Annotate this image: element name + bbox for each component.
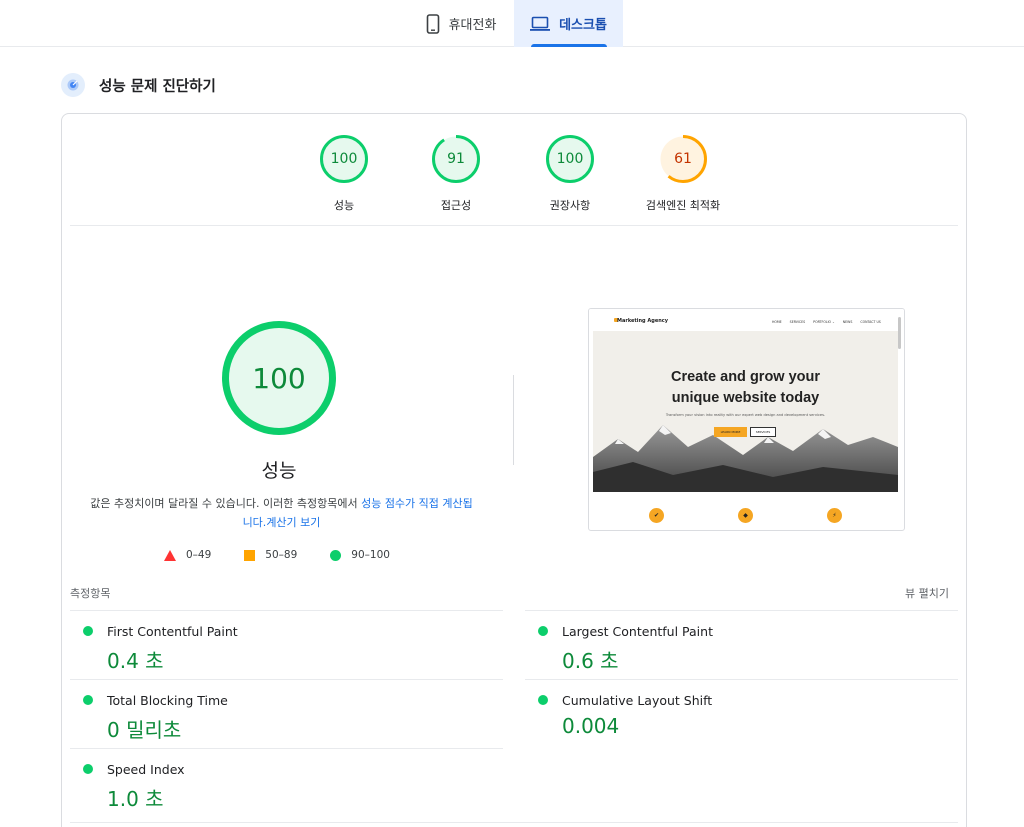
- gauge-ring: 100: [545, 134, 595, 184]
- metric-name: Cumulative Layout Shift: [562, 693, 713, 708]
- section-header: 성능 문제 진단하기: [61, 73, 216, 97]
- metrics-header: 측정항목 뷰 펼치기: [70, 585, 958, 601]
- gauge-ring: 100: [319, 134, 369, 184]
- screenshot-hero: Create and grow your unique website toda…: [593, 331, 898, 492]
- performance-description: 값은 추정치이며 달라질 수 있습니다. 이러한 측정항목에서 성능 점수가 직…: [89, 494, 474, 532]
- gauge-ring: 91: [431, 134, 481, 184]
- tab-desktop[interactable]: 데스크톱: [514, 0, 623, 47]
- page-screenshot: Marketing Agency HOME SERVICES PORTFOLIO…: [588, 308, 905, 531]
- hero-title-line: unique website today: [671, 390, 820, 406]
- category-gauges: 100 성능 91 접근성 100 권장사항 61 검색엔진 최적화: [0, 134, 1024, 224]
- legend-average: 50–89: [244, 549, 297, 561]
- legend-pass-range: 90–100: [351, 549, 390, 561]
- pass-dot-icon: [538, 626, 548, 636]
- screenshot-menu: HOME SERVICES PORTFOLIO ⌄ NEWS CONTACT U…: [772, 320, 881, 324]
- gauge-label: 검색엔진 최적화: [645, 199, 721, 212]
- hero-title-line: Create and grow your: [670, 369, 821, 385]
- metric-value: 0.4 초: [107, 649, 164, 673]
- tab-desktop-label: 데스크톱: [559, 18, 607, 33]
- metrics-title: 측정항목: [70, 587, 111, 600]
- screenshot-menu-item: HOME: [772, 320, 782, 324]
- gauge-seo[interactable]: 61 검색엔진 최적화: [623, 134, 743, 213]
- divider: [70, 822, 958, 823]
- triangle-icon: [164, 549, 176, 561]
- performance-label: 성능: [261, 460, 297, 482]
- metric-value: 0.004: [562, 714, 620, 738]
- expand-view-button[interactable]: 뷰 펼치기: [905, 585, 949, 601]
- vertical-divider: [513, 375, 514, 465]
- metric-name: Total Blocking Time: [107, 693, 228, 708]
- calculator-link[interactable]: 계산기 보기: [266, 516, 320, 529]
- tab-selected-indicator: [531, 44, 607, 47]
- screenshot-brand: Marketing Agency: [617, 318, 669, 324]
- gauge-score: 61: [674, 151, 692, 167]
- screenshot-hero-subtitle: Transform your vision into reality with …: [665, 413, 826, 417]
- metric-value: 1.0 초: [107, 787, 164, 811]
- bolt-icon: ⚡: [827, 508, 842, 523]
- metric-cls: Cumulative Layout Shift 0.004: [525, 679, 958, 748]
- device-tabs: 휴대전화 데스크톱: [0, 0, 1024, 47]
- screenshot-primary-button: LEARN MORE: [714, 427, 747, 437]
- screenshot-hero-title: Create and grow your unique website toda…: [593, 367, 898, 409]
- legend-fail: 0–49: [164, 549, 211, 561]
- gauge-label: 권장사항: [549, 199, 591, 212]
- screenshot-nav: Marketing Agency HOME SERVICES PORTFOLIO…: [589, 309, 904, 331]
- section-title: 성능 문제 진단하기: [99, 78, 216, 95]
- tab-mobile-label: 휴대전화: [448, 18, 497, 33]
- score-legend: 0–49 50–89 90–100: [164, 549, 423, 561]
- gauge-score: 91: [447, 151, 465, 167]
- legend-average-range: 50–89: [265, 549, 298, 561]
- square-icon: [244, 549, 256, 561]
- metric-si: Speed Index 1.0 초: [70, 748, 503, 817]
- gauge-best-practices[interactable]: 100 권장사항: [510, 134, 630, 213]
- divider: [70, 225, 958, 226]
- performance-gauge: 100: [221, 320, 337, 436]
- metric-tbt: Total Blocking Time 0 밀리초: [70, 679, 503, 748]
- check-icon: ✔: [649, 508, 664, 523]
- metric-name: Speed Index: [107, 762, 185, 777]
- gauge-accessibility[interactable]: 91 접근성: [396, 134, 516, 213]
- gauge-ring: 61: [658, 134, 708, 184]
- gauge-label: 접근성: [440, 199, 472, 212]
- gauge-score: 100: [556, 151, 584, 167]
- gauge-label: 성능: [333, 199, 355, 212]
- legend-fail-range: 0–49: [186, 549, 212, 561]
- screenshot-menu-item: CONTACT US: [860, 320, 881, 324]
- gauge-score: 100: [330, 151, 358, 167]
- circle-icon: [330, 549, 342, 561]
- legend-pass: 90–100: [330, 549, 390, 561]
- pass-dot-icon: [83, 695, 93, 705]
- pass-dot-icon: [83, 764, 93, 774]
- screenshot-menu-item: SERVICES: [789, 320, 806, 324]
- screenshot-scrollbar: [898, 317, 901, 349]
- laptop-icon: [530, 16, 551, 32]
- performance-score: 100: [252, 361, 306, 395]
- metric-lcp: Largest Contentful Paint 0.6 초: [525, 610, 958, 679]
- pass-dot-icon: [83, 626, 93, 636]
- metric-value: 0 밀리초: [107, 718, 182, 742]
- description-text: 값은 추정치이며 달라질 수 있습니다. 이러한 측정항목에서: [90, 497, 362, 510]
- screenshot-menu-item: PORTFOLIO ⌄: [813, 320, 835, 324]
- screenshot-secondary-button: SERVICES: [750, 427, 776, 437]
- phone-icon: [426, 13, 440, 34]
- screenshot-menu-item: NEWS: [842, 320, 853, 324]
- diamond-icon: ◆: [738, 508, 753, 523]
- metric-fcp: First Contentful Paint 0.4 초: [70, 610, 503, 679]
- tab-mobile[interactable]: 휴대전화: [410, 0, 512, 47]
- metric-name: First Contentful Paint: [107, 624, 238, 639]
- gauge-performance[interactable]: 100 성능: [284, 134, 404, 213]
- metric-value: 0.6 초: [562, 649, 619, 673]
- diagnostics-icon: [61, 73, 85, 97]
- metric-name: Largest Contentful Paint: [562, 624, 713, 639]
- pass-dot-icon: [538, 695, 548, 705]
